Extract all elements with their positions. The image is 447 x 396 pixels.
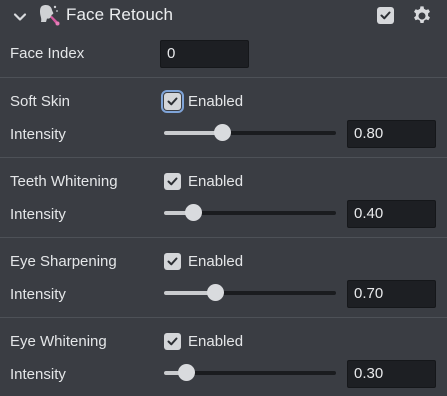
panel-header: Face Retouch — [0, 0, 447, 34]
enabled-label: Enabled — [188, 333, 244, 350]
divider — [0, 317, 447, 318]
intensity-value-field[interactable]: 0.70 — [347, 280, 436, 308]
panel-title: Face Retouch — [66, 5, 174, 24]
intensity-slider[interactable] — [164, 364, 336, 381]
face-retouch-panel: Face Retouch Face Index 0 Soft Skin Enabl… — [0, 0, 447, 396]
divider — [0, 157, 447, 158]
intensity-slider[interactable] — [164, 284, 336, 301]
intensity-label: Intensity — [10, 286, 66, 303]
enabled-checkbox[interactable] — [161, 90, 184, 113]
enabled-label: Enabled — [188, 253, 244, 270]
section-label: Teeth Whitening — [10, 173, 118, 190]
checkmark-icon — [167, 177, 178, 186]
enabled-checkbox[interactable] — [164, 333, 181, 350]
gear-icon[interactable] — [411, 5, 433, 27]
section-label: Eye Whitening — [10, 333, 107, 350]
panel-enabled-checkbox[interactable] — [377, 7, 394, 24]
intensity-slider[interactable] — [164, 204, 336, 221]
intensity-slider[interactable] — [164, 124, 336, 141]
checkmark-icon — [167, 97, 178, 106]
intensity-value-field[interactable]: 0.40 — [347, 200, 436, 228]
checkmark-icon — [167, 257, 178, 266]
divider — [0, 77, 447, 78]
intensity-label: Intensity — [10, 206, 66, 223]
face-index-input[interactable]: 0 — [160, 40, 249, 68]
enabled-checkbox[interactable] — [164, 173, 181, 190]
slider-thumb[interactable] — [214, 124, 231, 141]
chevron-down-icon[interactable] — [12, 9, 28, 25]
face-index-label: Face Index — [10, 45, 85, 62]
intensity-value-field[interactable]: 0.80 — [347, 120, 436, 148]
enabled-label: Enabled — [188, 93, 244, 110]
enabled-checkbox[interactable] — [164, 253, 181, 270]
checkmark-icon — [380, 11, 391, 20]
intensity-value-field[interactable]: 0.30 — [347, 360, 436, 388]
enabled-label: Enabled — [188, 173, 244, 190]
slider-thumb[interactable] — [178, 364, 195, 381]
checkmark-icon — [167, 337, 178, 346]
divider — [0, 237, 447, 238]
face-retouch-icon — [40, 5, 60, 26]
slider-thumb[interactable] — [207, 284, 224, 301]
intensity-label: Intensity — [10, 366, 66, 383]
section-label: Soft Skin — [10, 93, 71, 110]
intensity-label: Intensity — [10, 126, 66, 143]
slider-thumb[interactable] — [185, 204, 202, 221]
section-label: Eye Sharpening — [10, 253, 117, 270]
